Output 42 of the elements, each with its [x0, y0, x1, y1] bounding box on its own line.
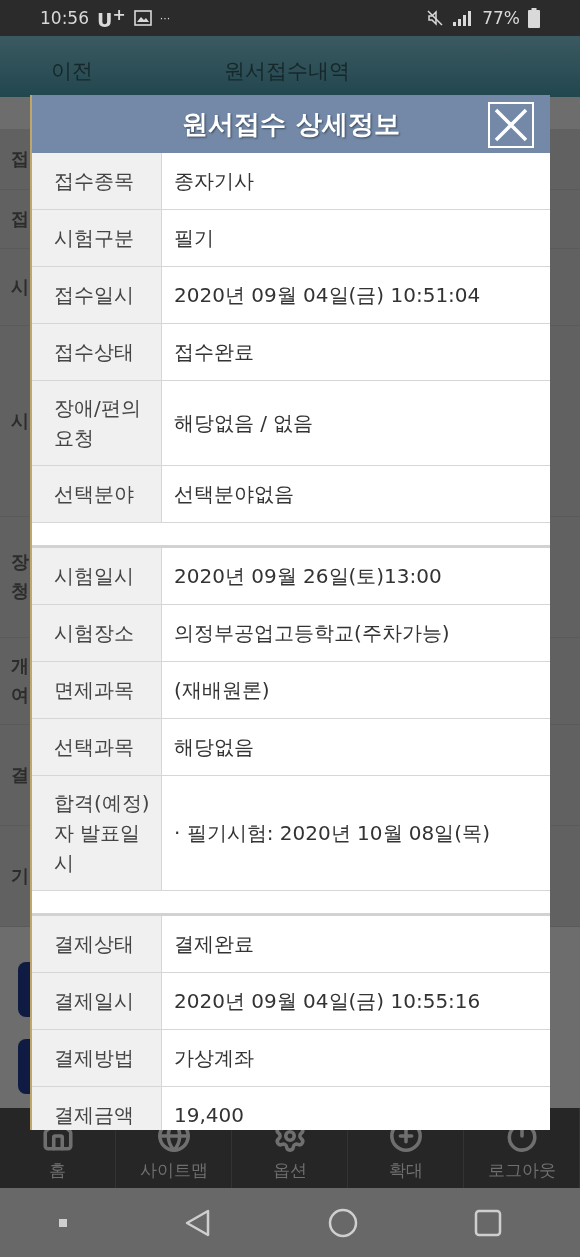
field-label: 합격(예정) 자 발표일 시 — [32, 776, 162, 890]
field-value: · 필기시험: 2020년 10월 08일(목) — [173, 819, 491, 847]
field-value: 2020년 09월 04일(금) 10:51:04 — [173, 281, 482, 309]
field-label: 시험장소 — [32, 605, 162, 661]
recents-icon[interactable] — [474, 1208, 502, 1237]
field-label: 선택과목 — [32, 719, 162, 775]
field-value: 해당없음 — [173, 733, 255, 761]
field-value: 결제완료 — [173, 930, 255, 958]
field-value: 선택분야없음 — [173, 480, 295, 508]
mute-icon — [426, 9, 445, 27]
field-label: 결제일시 — [32, 973, 162, 1029]
field-value: 2020년 09월 04일(금) 10:55:16 — [173, 987, 482, 1015]
field-label: 접수종목 — [32, 153, 162, 209]
field-label: 접수상태 — [32, 324, 162, 380]
field-value: (재배원론) — [173, 676, 271, 704]
field-value: 종자기사 — [173, 167, 255, 195]
dialog-title: 원서접수 상세정보 — [182, 107, 400, 141]
field-value: 접수완료 — [173, 338, 255, 366]
field-label: 시험일시 — [32, 548, 162, 604]
battery-icon — [528, 8, 540, 28]
field-value: 2020년 09월 26일(토)13:00 — [173, 562, 443, 590]
image-icon — [133, 10, 152, 26]
carrier-label: U$^{+}$ — [97, 4, 126, 32]
field-value: 의정부공업고등학교(주차가능) — [173, 619, 451, 647]
close-icon — [493, 107, 529, 143]
field-value: 가상계좌 — [173, 1044, 255, 1072]
field-value: 해당없음 / 없음 — [173, 409, 315, 437]
back-icon[interactable] — [184, 1207, 212, 1238]
field-label: 면제과목 — [32, 662, 162, 718]
clock-time: 10:56 — [40, 8, 89, 28]
field-label: 접수일시 — [32, 267, 162, 323]
field-label: 결제상태 — [32, 916, 162, 972]
field-label: 장애/편의 요청 — [32, 381, 162, 465]
field-label: 결제금액 — [32, 1087, 162, 1130]
home-circle-icon[interactable] — [328, 1207, 358, 1238]
close-button[interactable] — [488, 102, 534, 148]
battery-percent: 77% — [482, 8, 520, 28]
field-value: 필기 — [173, 224, 215, 252]
more-notifications: ··· — [159, 11, 171, 25]
field-label: 결제방법 — [32, 1030, 162, 1086]
field-label: 선택분야 — [32, 466, 162, 522]
field-label: 시험구분 — [32, 210, 162, 266]
